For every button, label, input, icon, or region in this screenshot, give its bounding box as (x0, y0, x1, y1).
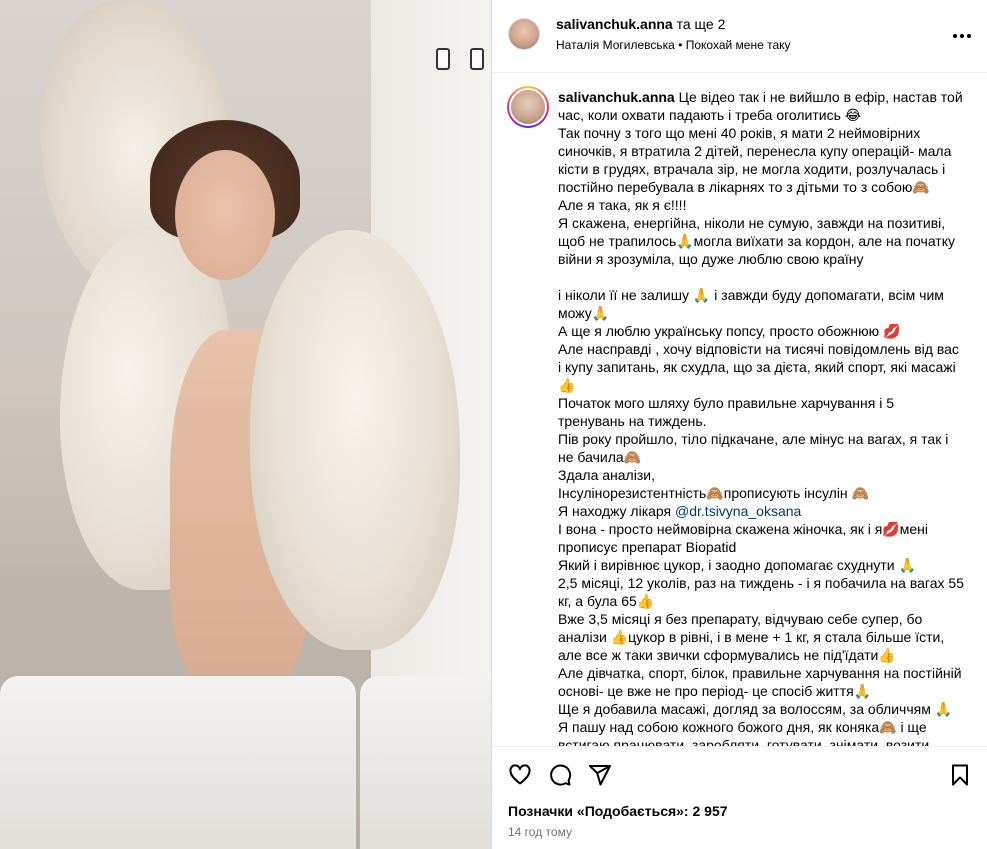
caption-line: 👍 (558, 377, 576, 393)
save-button[interactable] (948, 763, 972, 787)
author-avatar[interactable] (508, 18, 540, 50)
author-username-link[interactable]: salivanchuk.anna (556, 16, 673, 32)
share-icon (589, 765, 611, 786)
caption-line: Але насправді , хочу відповісти на тисяч… (558, 341, 959, 357)
comment-button[interactable] (548, 763, 572, 787)
caption-username-link[interactable]: salivanchuk.anna (558, 89, 675, 105)
caption-line: А ще я люблю українську попсу, просто об… (558, 323, 901, 339)
caption-line: встигаю працювати, заробляти, готувати, … (558, 737, 930, 746)
caption-line: Але я така, як я є!!!! (558, 197, 687, 213)
caption-text: Я находжу лікаря (558, 503, 676, 519)
caption-line: 2,5 місяці, 12 уколів, раз на тиждень - … (558, 575, 964, 591)
media-sofa-left (0, 676, 356, 849)
heart-icon (509, 764, 531, 785)
caption-line: Початок мого шляху було правильне харчув… (558, 395, 894, 411)
more-horizontal-icon (953, 34, 971, 38)
caption-author-avatar[interactable] (507, 86, 549, 128)
share-button[interactable] (588, 763, 612, 787)
media-figure-face (175, 150, 275, 280)
audio-line: Наталія Могилевська • Покохай мене таку (556, 38, 791, 52)
caption-line: і ніколи її не залишу 🙏 і завжди буду до… (558, 287, 944, 303)
caption-line: Інсулінорезистентність🙈прописують інсулі… (558, 485, 869, 501)
caption-line: і купу запитань, як схудла, що за дієта,… (558, 359, 956, 375)
caption-line: синочків, я втратила 2 дітей, перенесла … (558, 143, 952, 159)
author-line: salivanchuk.anna та ще 2 (556, 16, 725, 32)
caption-line: Я скажена, енергійна, ніколи не сумую, з… (558, 215, 946, 231)
doctor-mention-link[interactable]: @dr.tsivyna_oksana (675, 503, 801, 519)
caption-line: Але дівчатка, спорт, білок, правильне ха… (558, 665, 962, 681)
media-lamp (436, 48, 450, 70)
media-lamp (470, 48, 484, 70)
caption-line: війни я зрозуміла, що дуже люблю свою кр… (558, 251, 864, 267)
post-media[interactable] (0, 0, 491, 849)
likes-count[interactable]: Позначки «Подобається»: 2 957 (508, 803, 728, 819)
audio-title-link[interactable]: Покохай мене таку (686, 38, 791, 52)
audio-artist-link[interactable]: Наталія Могилевська (556, 38, 675, 52)
caption-line: але все ж таки звички сформувались не пі… (558, 647, 896, 663)
caption-line: Я находжу лікаря @dr.tsivyna_oksana (558, 502, 966, 520)
caption-line: Пів року пройшло, тіло підкачане, але мі… (558, 431, 949, 447)
caption-text: Це відео так і не вийшло в ефір, настав … (678, 89, 963, 105)
bookmark-icon (952, 764, 968, 786)
caption-line: Ще я добавила масажі, догляд за волоссям… (558, 701, 953, 717)
caption-line: І вона - просто неймовірна скажена жіноч… (558, 521, 928, 537)
caption-line: аналізи 👍цукор в рівні, і в мене + 1 кг,… (558, 629, 945, 645)
caption-line: не бачила🙈 (558, 449, 642, 465)
caption-line: кг, а була 65👍 (558, 593, 655, 609)
more-options-button[interactable] (952, 26, 972, 46)
caption-line: Який і вирівнює цукор, і заодно допомага… (558, 557, 916, 573)
caption-line: постійно перебувала в лікарнях то з діть… (558, 179, 930, 195)
caption-line: кісти в грудях, втрачала зір, не могла х… (558, 161, 946, 177)
caption-line: тренувань на тиждень. (558, 413, 707, 429)
caption-line: salivanchuk.anna Це відео так і не вийшл… (558, 88, 966, 106)
caption-line: прописує препарат Biopatid (558, 539, 737, 555)
caption-line: щоб не трапилось🙏могла виїхати за кордон… (558, 233, 955, 249)
caption-line: Здала аналізи, (558, 467, 655, 483)
caption-line: час, коли охвати падають і треба оголити… (558, 107, 862, 123)
caption-line: Я пашу над собою кожного божого дня, як … (558, 719, 927, 735)
post-timestamp[interactable]: 14 год тому (508, 825, 572, 839)
caption-line: основі- це вже не про період- це спосіб … (558, 683, 872, 699)
post-header: salivanchuk.anna та ще 2 Наталія Могилев… (492, 0, 987, 73)
post-actions: Позначки «Подобається»: 2 957 14 год том… (492, 746, 987, 849)
post-caption: salivanchuk.anna Це відео так і не вийшл… (558, 88, 966, 746)
like-button[interactable] (508, 763, 532, 787)
caption-line: Так почну з того що мені 40 років, я мат… (558, 125, 921, 141)
caption-line: можу🙏 (558, 305, 610, 321)
media-sofa-right (360, 676, 491, 849)
post-details-panel: salivanchuk.anna та ще 2 Наталія Могилев… (491, 0, 987, 849)
audio-separator: • (678, 38, 683, 52)
caption-line: Вже 3,5 місяці я без препарату, відчуваю… (558, 611, 923, 627)
coauthors-link[interactable]: та ще 2 (677, 16, 726, 32)
comment-icon (550, 764, 572, 786)
caption-area: salivanchuk.anna Це відео так і не вийшл… (492, 74, 987, 746)
